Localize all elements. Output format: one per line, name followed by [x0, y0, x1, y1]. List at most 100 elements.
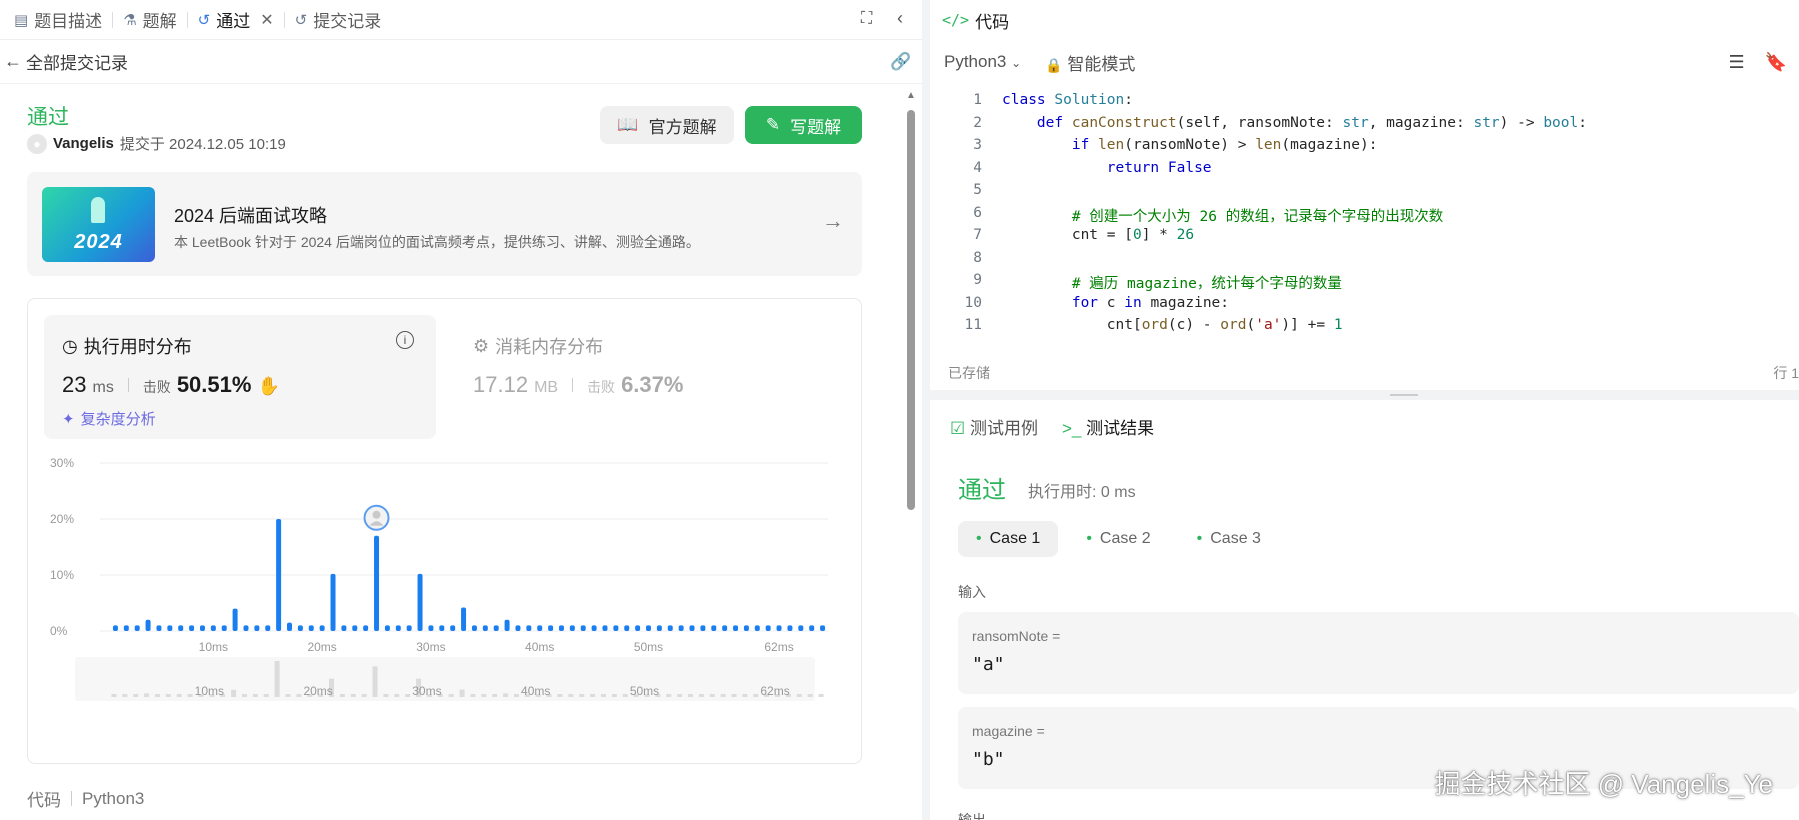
memory-value: 17.12 [473, 372, 529, 397]
link-icon[interactable]: 🔗 [890, 52, 911, 72]
splitter-grip[interactable] [1390, 394, 1418, 396]
avatar[interactable]: ● [27, 133, 47, 154]
runtime-title: ◷ 执行用时分布 [62, 333, 192, 359]
bar [276, 519, 282, 631]
scrollbar[interactable]: ▲ [905, 90, 917, 820]
leetbook-promo[interactable]: 2024 2024 后端面试攻略 本 LeetBook 针对于 2024 后端岗… [27, 172, 862, 276]
bar [504, 619, 510, 631]
x-tick-label: 10ms [199, 640, 228, 654]
case-tab[interactable]: • Case 3 [1179, 521, 1279, 557]
document-icon: ▤ [14, 11, 29, 29]
line-number: 6 [973, 204, 982, 221]
tab-submissions[interactable]: ↺ 提交记录 [285, 0, 392, 40]
code-tab-bar: </> 代码 [930, 0, 1799, 40]
bar [221, 625, 227, 631]
bar [417, 573, 423, 631]
bar [569, 625, 575, 631]
horizontal-splitter[interactable] [930, 390, 1799, 400]
bar [243, 625, 249, 631]
format-icon[interactable]: ☰ [1728, 52, 1744, 73]
editor-actions: ☰ 🔖 [1728, 52, 1787, 73]
tab-solutions[interactable]: ⚗ 题解 [113, 0, 186, 40]
scrollbar-thumb[interactable] [907, 110, 915, 510]
bar [526, 625, 532, 631]
code-text: # 创建一个大小为 26 的数组，记录每个字母的出现次数 [1071, 208, 1444, 225]
code-label: 代码 [27, 791, 61, 810]
language-value: Python3 [944, 52, 1007, 71]
code-tab-title[interactable]: 代码 [975, 8, 1009, 33]
field-value: "b" [972, 749, 1005, 770]
case-tab[interactable]: • Case 2 [1068, 521, 1168, 557]
bar [265, 625, 271, 631]
navigator-tick-label: 10ms [195, 684, 224, 698]
bar [232, 608, 238, 631]
bar [624, 625, 630, 631]
scroll-up-icon[interactable]: ▲ [905, 90, 917, 102]
navigator-bar [492, 694, 498, 697]
runtime-distribution-chart[interactable]: 30% 20% 10% 0% 10ms 20ms 30ms 40ms 50ms 62ms 10ms 2… [28, 439, 863, 765]
info-icon[interactable]: i [396, 331, 414, 349]
code-line[interactable]: 8 [930, 250, 1799, 272]
arrow-right-icon[interactable]: → [822, 208, 844, 234]
complexity-analysis-link[interactable]: ✦ 复杂度分析 [62, 408, 156, 429]
language-select[interactable]: Python3 ⌄ [944, 52, 1021, 72]
code-line[interactable]: 10 for c in magazine: [930, 295, 1799, 317]
username[interactable]: Vangelis [53, 135, 114, 152]
submitted-time: 提交于 2024.12.05 10:19 [119, 136, 286, 153]
code-line[interactable]: 9 # 遍历 magazine，统计每个字母的数量 [930, 272, 1799, 294]
official-solution-button[interactable]: 📖 官方题解 [600, 106, 734, 144]
bar [450, 625, 456, 631]
code-line[interactable]: 4 return False [930, 160, 1799, 182]
bar [297, 625, 303, 631]
code-line[interactable]: 3 if len(ransomNote) > len(magazine): [930, 137, 1799, 159]
bookmark-icon[interactable]: 🔖 [1765, 52, 1787, 73]
bar [820, 625, 826, 631]
runtime-card[interactable]: ◷ 执行用时分布 i 23 ms 击败 50.51% ✋ ✦ 复杂度分析 [44, 315, 436, 439]
code-footer: 代码 Python3 [27, 786, 144, 811]
bar [646, 625, 651, 631]
runtime-unit: ms [92, 379, 114, 396]
navigator-bar [165, 694, 171, 697]
memory-card[interactable]: ⚙ 消耗内存分布 [473, 333, 603, 359]
bar [493, 625, 499, 631]
tab-test-result[interactable]: >_ 测试结果 [1062, 414, 1154, 439]
code-line[interactable]: 6 # 创建一个大小为 26 的数组，记录每个字母的出现次数 [930, 205, 1799, 227]
tab-accepted[interactable]: ↺ 通过 ✕ [188, 0, 284, 40]
all-submissions-link[interactable]: 全部提交记录 [26, 49, 128, 74]
line-number: 9 [973, 272, 982, 288]
code-line[interactable]: 11 cnt[ord(c) - ord('a')] += 1 [930, 317, 1799, 339]
tab-testcase[interactable]: ☑ 测试用例 [950, 414, 1038, 439]
navigator-bar [241, 694, 247, 697]
navigator-bar [350, 694, 356, 697]
code-text: cnt = [0] * 26 [1002, 227, 1195, 243]
vertical-splitter[interactable] [922, 0, 930, 820]
footer-divider [71, 791, 72, 806]
bar [199, 625, 205, 631]
bar [406, 625, 412, 631]
y-tick-label: 30% [50, 456, 74, 470]
code-line[interactable]: 5 [930, 182, 1799, 204]
tab-description[interactable]: ▤ 题目描述 [4, 0, 112, 40]
bar [743, 625, 749, 631]
x-tick-label: 30ms [416, 640, 445, 654]
navigator-bar [611, 694, 617, 697]
smart-mode-toggle[interactable]: 🔒 智能模式 [1045, 50, 1135, 75]
navigator-bar [144, 693, 150, 697]
bar [733, 625, 739, 631]
memory-title-text: 消耗内存分布 [495, 337, 604, 357]
code-line[interactable]: 2 def canConstruct(self, ransomNote: str… [930, 115, 1799, 137]
bar [591, 625, 597, 631]
back-arrow-icon[interactable]: ← [0, 51, 26, 72]
code-text: def canConstruct(self, ransomNote: str, … [1036, 114, 1587, 131]
code-editor[interactable]: 1 class Solution: 2 def canConstruct(self,… [930, 86, 1799, 346]
write-solution-button[interactable]: ✎ 写题解 [745, 106, 862, 144]
code-line[interactable]: 7 cnt = [0] * 26 [930, 227, 1799, 249]
collapse-icon[interactable]: ‹ [897, 8, 903, 29]
code-line[interactable]: 1 class Solution: [930, 92, 1799, 114]
case-tab[interactable]: • Case 1 [958, 521, 1059, 557]
runtime-beats-label: 击败 [142, 379, 171, 395]
field-label: magazine = [972, 723, 1045, 739]
fullscreen-icon[interactable]: ⛶ [861, 10, 872, 28]
close-icon[interactable]: ✕ [260, 10, 273, 30]
runtime-title-text: 执行用时分布 [83, 337, 192, 357]
